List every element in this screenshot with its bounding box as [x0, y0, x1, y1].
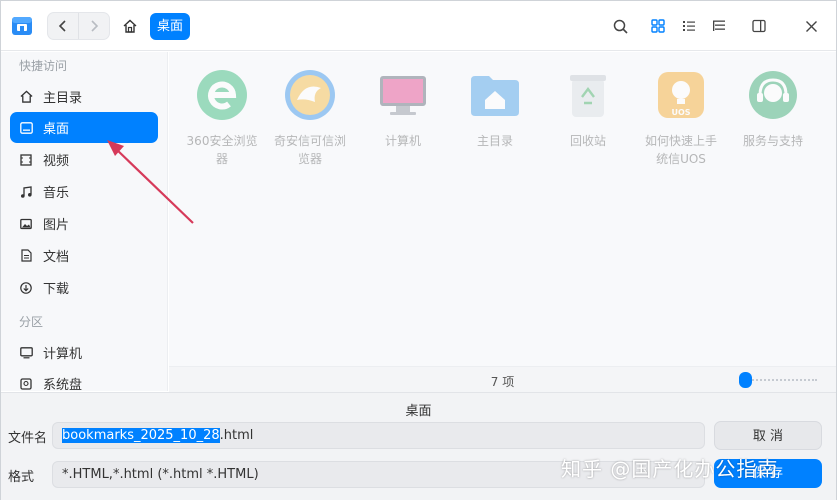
- tree-view-button[interactable]: [708, 15, 730, 37]
- sidebar-item-label: 主目录: [43, 91, 83, 106]
- sidebar-item-label: 桌面: [43, 122, 70, 137]
- computer-icon: [19, 346, 33, 360]
- icon-view-icon: [651, 19, 665, 33]
- uos-guide-icon: UOS: [653, 67, 709, 123]
- sidebar-toggle-icon: [752, 19, 766, 33]
- home-folder-icon: [467, 67, 523, 123]
- list-view-icon: [683, 21, 695, 31]
- filename-label: 文件名: [8, 431, 48, 446]
- file-name-line2: 器: [215, 152, 228, 166]
- status-bar: 7 项: [169, 366, 836, 392]
- file-item-trash[interactable]: 回收站: [545, 67, 631, 150]
- close-button[interactable]: [800, 15, 822, 37]
- file-item-uos-guide[interactable]: UOS 如何快速上手 统信UOS: [638, 67, 724, 168]
- breadcrumb-home[interactable]: [118, 14, 142, 38]
- sidebar-item-system-disk[interactable]: 系统盘: [10, 368, 158, 391]
- sidebar-item-label: 视频: [43, 154, 70, 169]
- sidebar-item-home[interactable]: 主目录: [10, 81, 158, 112]
- download-icon: [19, 281, 33, 295]
- format-select[interactable]: *.HTML,*.html (*.html *.HTML): [52, 461, 705, 488]
- sidebar-item-music[interactable]: 音乐: [10, 176, 158, 207]
- svg-text:UOS: UOS: [671, 108, 690, 117]
- file-name-line1: 回收站: [569, 134, 606, 148]
- picture-icon: [19, 217, 33, 231]
- file-item-360-browser[interactable]: 360安全浏览器: [179, 67, 265, 168]
- sidebar-item-desktop[interactable]: 桌面: [10, 112, 158, 143]
- file-item-computer[interactable]: 计算机: [360, 67, 446, 150]
- sidebar-item-downloads[interactable]: 下载: [10, 272, 158, 303]
- close-icon: [805, 20, 817, 32]
- sidebar-group-quick-access: 快捷访问: [19, 59, 68, 73]
- sidebar-item-pictures[interactable]: 图片: [10, 208, 158, 239]
- filename-selected-text: bookmarks_2025_10_28: [62, 428, 220, 443]
- sidebar-item-label: 计算机: [43, 347, 83, 362]
- sidebar-group-partition: 分区: [19, 315, 44, 329]
- file-save-dialog: 桌面 快捷访问 主目录 桌面 视频 音乐 图片 文档 下载 分区 计算机 系统盘…: [0, 0, 837, 500]
- sidebar-item-label: 系统盘: [43, 378, 83, 391]
- document-icon: [19, 249, 33, 263]
- item-count: 7 项: [490, 375, 515, 389]
- sidebar-item-label: 图片: [43, 218, 70, 233]
- service-support-icon: [745, 67, 801, 123]
- tree-view-icon: [713, 20, 725, 31]
- trash-icon: [560, 67, 616, 123]
- save-button[interactable]: 保 存: [714, 459, 822, 488]
- destination-folder: 桌面: [405, 404, 432, 419]
- desktop-icon: [19, 121, 33, 135]
- format-label: 格式: [8, 470, 35, 485]
- home-icon: [123, 19, 137, 33]
- list-view-button[interactable]: [678, 15, 700, 37]
- back-button[interactable]: [48, 13, 78, 39]
- disk-icon: [19, 377, 33, 391]
- back-arrow-icon: [58, 20, 66, 32]
- filename-extension: .html: [219, 428, 254, 443]
- music-icon: [19, 185, 33, 199]
- file-item-service-support[interactable]: 服务与支持: [730, 67, 816, 150]
- file-name-line1: 奇安信可信浏: [273, 134, 346, 148]
- file-name-line1: 360安全浏览: [186, 134, 258, 148]
- zoom-slider-track[interactable]: [741, 379, 817, 381]
- file-name-line1: 服务与支持: [742, 134, 803, 148]
- file-item-qianxin-browser[interactable]: 奇安信可信浏 览器: [267, 67, 353, 168]
- forward-arrow-icon: [91, 20, 99, 32]
- sidebar-item-video[interactable]: 视频: [10, 144, 158, 175]
- sidebar-item-label: 下载: [43, 282, 70, 297]
- breadcrumb-desktop[interactable]: 桌面: [150, 13, 191, 40]
- home-icon: [19, 90, 33, 104]
- file-name-line2: 统信UOS: [656, 152, 706, 166]
- sidebar: 快捷访问 主目录 桌面 视频 音乐 图片 文档 下载 分区 计算机 系统盘: [1, 52, 168, 391]
- filename-input[interactable]: bookmarks_2025_10_28.html: [52, 422, 705, 449]
- file-name-line2: 览器: [297, 152, 322, 166]
- navigation-buttons: [47, 12, 110, 40]
- forward-button[interactable]: [79, 13, 109, 39]
- search-icon: [613, 19, 628, 34]
- file-view: 360安全浏览器 奇安信可信浏 览器 计算机 主目录 回收站 UOS 如何快速上…: [169, 52, 836, 366]
- file-name-line1: 主目录: [476, 134, 513, 148]
- browser-360-icon: [194, 67, 250, 123]
- icon-view-button[interactable]: [647, 15, 669, 37]
- computer-icon: [375, 67, 431, 123]
- file-item-home[interactable]: 主目录: [452, 67, 538, 150]
- search-button[interactable]: [609, 15, 631, 37]
- sidebar-item-computer[interactable]: 计算机: [10, 337, 158, 368]
- browser-qianxin-icon: [282, 67, 338, 123]
- sidebar-toggle-button[interactable]: [748, 15, 770, 37]
- save-panel: 桌面 文件名 bookmarks_2025_10_28.html 取 消 格式 …: [1, 392, 836, 500]
- file-name-line1: 计算机: [384, 134, 421, 148]
- video-icon: [19, 153, 33, 167]
- cancel-button[interactable]: 取 消: [714, 421, 822, 450]
- title-bar: 桌面: [1, 1, 836, 51]
- sidebar-item-documents[interactable]: 文档: [10, 240, 158, 271]
- zoom-slider-handle[interactable]: [739, 372, 752, 388]
- file-name-line1: 如何快速上手: [644, 134, 717, 148]
- sidebar-item-label: 文档: [43, 250, 70, 265]
- sidebar-item-label: 音乐: [43, 186, 70, 201]
- app-logo: [12, 17, 32, 35]
